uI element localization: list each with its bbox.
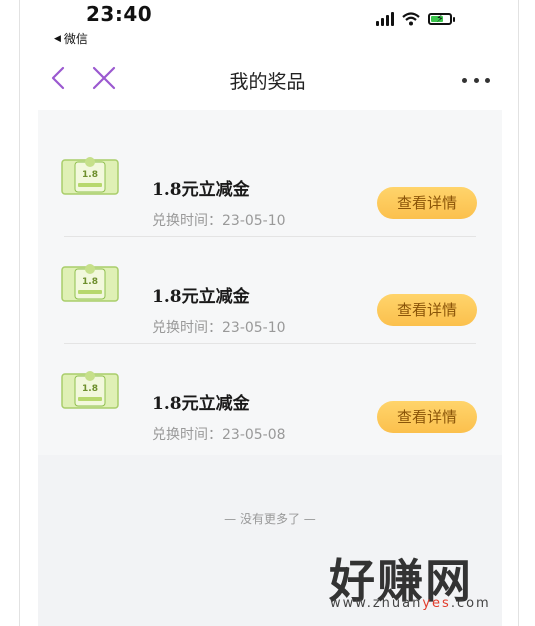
prize-exchange-time: 兑换时间：23-05-08: [152, 424, 286, 444]
prize-row: 1.8 1.8元立减金 兑换时间：23-05-10 查看详情: [38, 130, 502, 237]
status-time: 23:40: [86, 2, 153, 26]
watermark-url-prefix: www.zhuan: [330, 596, 423, 611]
view-details-button[interactable]: 查看详情: [377, 187, 477, 219]
prize-name: 1.8元立减金: [152, 394, 250, 414]
wifi-icon: [402, 12, 420, 26]
coupon-thumbnail-icon: 1.8: [61, 157, 119, 195]
exchange-time-label: 兑换时间：: [152, 213, 222, 229]
status-back-label: 微信: [63, 32, 88, 46]
watermark-url-suffix: .com: [450, 596, 491, 611]
page-title: 我的奖品: [229, 71, 306, 93]
prize-row: 1.8 1.8元立减金 兑换时间：23-05-08 查看详情: [38, 344, 502, 451]
exchange-time-value: 23-05-08: [222, 427, 286, 443]
watermark-url-accent: yes: [422, 596, 451, 611]
prize-list: 1.8 1.8元立减金 兑换时间：23-05-10 查看详情 1.8 1.8元立…: [38, 110, 502, 455]
more-icon[interactable]: [462, 68, 490, 92]
signal-icon: [376, 12, 394, 26]
thumb-label: 1.8: [82, 384, 98, 394]
prize-name: 1.8元立减金: [152, 287, 250, 307]
exchange-time-value: 23-05-10: [222, 213, 286, 229]
exchange-time-label: 兑换时间：: [152, 427, 222, 443]
watermark-url: www.zhuanyes.com: [330, 596, 491, 611]
prize-row: 1.8 1.8元立减金 兑换时间：23-05-10 查看详情: [38, 237, 502, 344]
coupon-thumbnail-icon: 1.8: [61, 371, 119, 409]
battery-charging-icon: ⚡: [428, 12, 455, 25]
prize-name: 1.8元立减金: [152, 180, 250, 200]
thumb-label: 1.8: [82, 277, 98, 287]
prize-exchange-time: 兑换时间：23-05-10: [152, 317, 286, 337]
thumb-label: 1.8: [82, 170, 98, 180]
exchange-time-label: 兑换时间：: [152, 320, 222, 336]
no-more-indicator: — 没有更多了 —: [224, 512, 316, 526]
status-back-to-app[interactable]: ◀ 微信: [54, 30, 88, 47]
back-triangle-icon: ◀: [54, 33, 61, 44]
view-details-button[interactable]: 查看详情: [377, 401, 477, 433]
status-icons: ⚡: [376, 12, 455, 26]
prize-exchange-time: 兑换时间：23-05-10: [152, 210, 286, 230]
exchange-time-value: 23-05-10: [222, 320, 286, 336]
coupon-thumbnail-icon: 1.8: [61, 264, 119, 302]
view-details-button[interactable]: 查看详情: [377, 294, 477, 326]
